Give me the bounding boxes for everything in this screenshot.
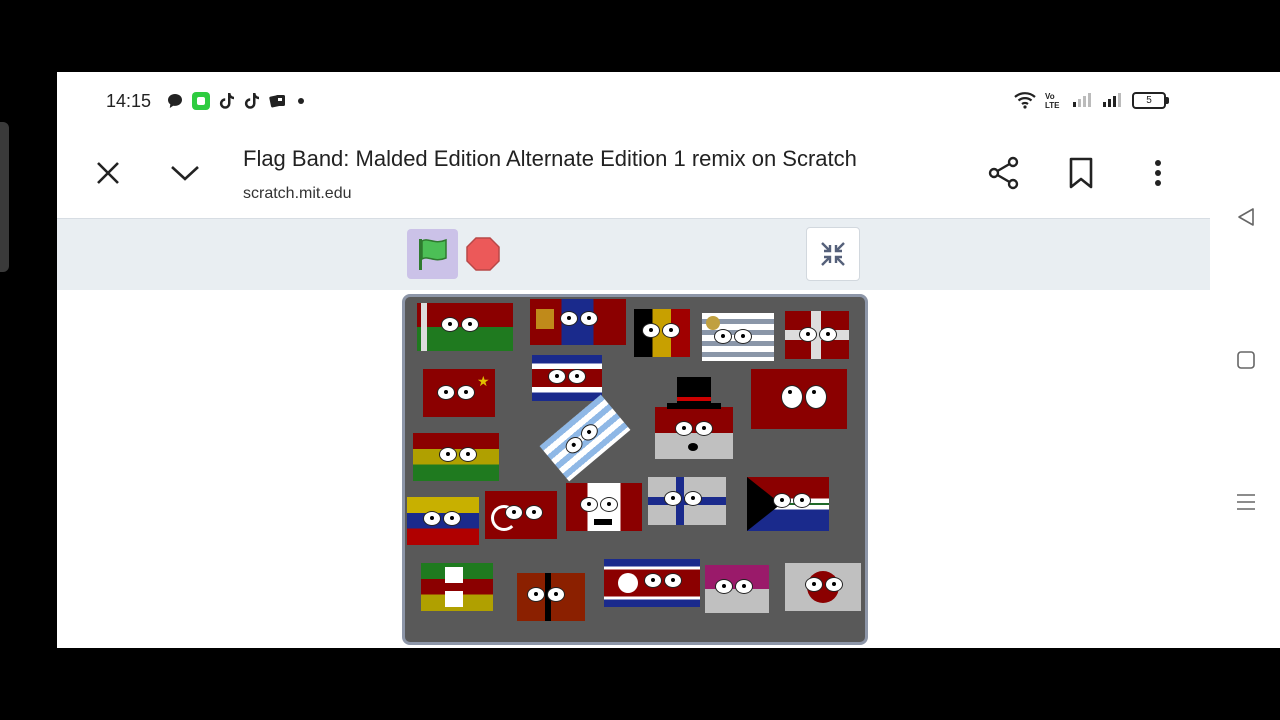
close-icon (97, 162, 119, 184)
device-edge-handle (0, 122, 9, 272)
back-triangle-icon (1238, 208, 1254, 226)
flag-character (485, 491, 557, 539)
green-flag-icon (418, 238, 447, 270)
battery-icon: 5 (1132, 91, 1169, 109)
flag-character (655, 407, 733, 459)
home-button[interactable] (1234, 348, 1258, 372)
flag-character (566, 483, 642, 531)
battery-level: 5 (1146, 94, 1152, 106)
volte-icon: VoLTE (1045, 92, 1060, 109)
flag-character (421, 563, 493, 611)
exit-fullscreen-icon (821, 242, 845, 266)
back-button[interactable] (1234, 204, 1258, 230)
flag-character (702, 313, 774, 361)
system-icons: Vo LTE 5 (1014, 91, 1169, 109)
flag-character (604, 559, 700, 607)
status-bar: 14:15 Vo LTE 5 (57, 72, 1210, 128)
tiktok-icon (244, 93, 259, 109)
browser-screen: 14:15 Vo LTE 5 Flag Band: Malded Edition … (57, 72, 1210, 648)
flag-character (413, 433, 499, 481)
flag-character (417, 303, 513, 351)
bookmark-button[interactable] (1065, 156, 1097, 190)
flag-character (705, 565, 769, 613)
system-navigation-bar (1210, 72, 1280, 648)
stop-button[interactable] (465, 236, 501, 272)
status-time: 14:15 (106, 91, 152, 111)
notification-icons (167, 92, 306, 110)
flag-character (407, 497, 479, 545)
bookmark-icon (1069, 157, 1093, 189)
menu-lines-icon (1237, 494, 1255, 510)
collapse-button[interactable] (169, 158, 201, 188)
project-stage[interactable]: ★ (402, 294, 868, 645)
flag-character (785, 563, 861, 611)
flag-character (747, 477, 829, 531)
flag-character (532, 355, 602, 401)
more-options-button[interactable] (1143, 156, 1173, 190)
chat-bubble-icon (168, 94, 182, 108)
flag-character (530, 299, 626, 345)
svg-text:Vo: Vo (1045, 92, 1055, 101)
green-app-icon (192, 92, 210, 110)
flag-character (517, 573, 585, 621)
wifi-icon (1014, 92, 1036, 109)
green-flag-button[interactable] (407, 229, 458, 279)
more-dot-icon (298, 98, 304, 104)
svg-text:LTE: LTE (1045, 101, 1060, 109)
signal-weak-icon (1073, 93, 1091, 107)
page-title: Flag Band: Malded Edition Alternate Edit… (243, 146, 857, 171)
home-square-icon (1237, 351, 1255, 369)
top-hat (667, 377, 721, 409)
recents-button[interactable] (1234, 490, 1258, 514)
tiktok-icon (219, 93, 234, 109)
page-url: scratch.mit.edu (243, 185, 352, 202)
stop-sign-icon (466, 237, 500, 271)
flag-character (648, 477, 726, 525)
close-button[interactable] (93, 158, 123, 188)
chevron-down-icon (171, 166, 199, 181)
share-icon (988, 156, 1019, 190)
flag-character (539, 394, 631, 482)
flag-character (785, 311, 849, 359)
flag-character (751, 369, 847, 429)
share-button[interactable] (987, 156, 1021, 190)
signal-strong-icon (1103, 93, 1121, 107)
player-controls-bar (57, 218, 1210, 290)
flag-character (634, 309, 690, 357)
exit-fullscreen-button[interactable] (806, 227, 860, 281)
more-vert-icon (1155, 160, 1161, 186)
flag-character: ★ (423, 369, 495, 417)
cards-app-icon (269, 95, 285, 108)
